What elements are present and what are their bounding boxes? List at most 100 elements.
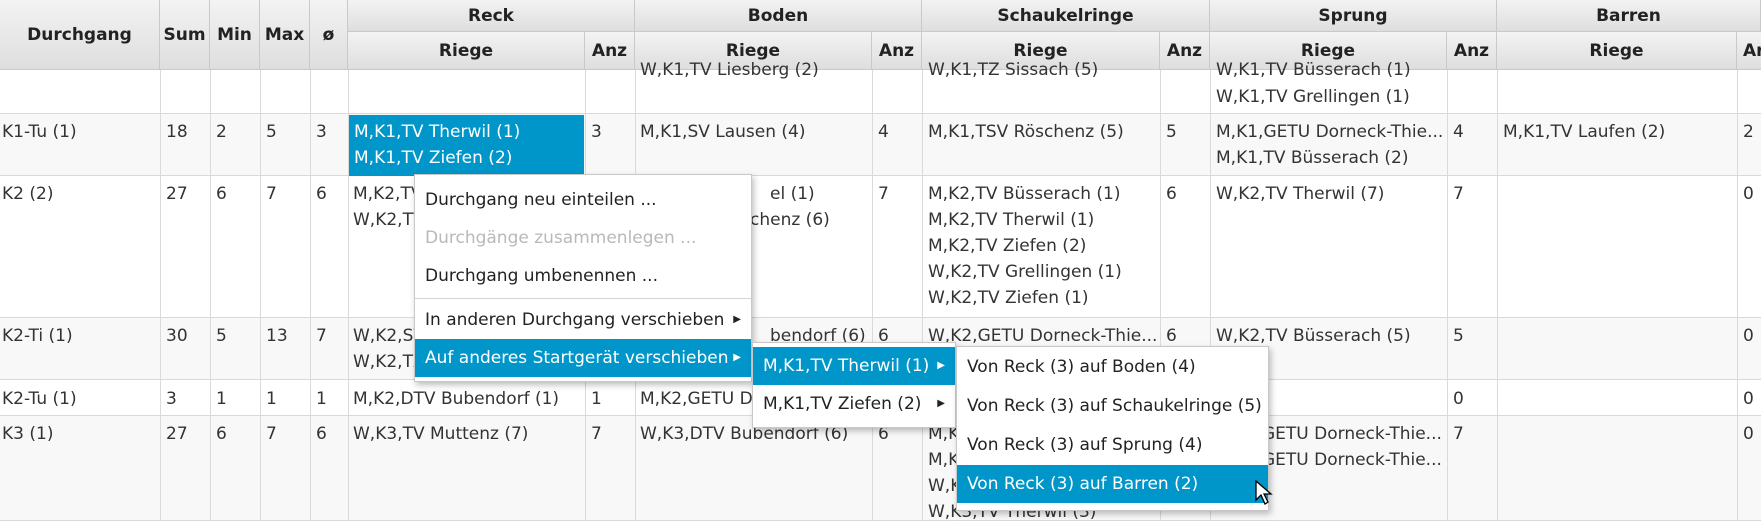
cell-min[interactable]: 5 [216,323,227,349]
cell-sprung-riege[interactable]: M,K1,TV Büsserach (2) [1216,145,1408,171]
cell-reck-riege: M,K1,TV Therwil (1) [354,122,521,142]
cell-sum[interactable]: 27 [166,421,188,447]
cell-avg[interactable]: 6 [316,181,327,207]
cell-ringe-anz[interactable]: 6 [1166,181,1177,207]
submenu-item-geraet[interactable]: Von Reck (3) auf Barren (2) [957,465,1268,503]
submenu-item-riege[interactable]: M,K1,TV Therwil (1) ▶ [753,347,955,385]
cell-boden-riege[interactable]: M,K1,SV Lausen (4) [640,119,806,145]
cell-avg[interactable]: 7 [316,323,327,349]
cell-sprung-riege[interactable]: W,K1,TV Grellingen (1) [1216,84,1410,110]
cell-barren-anz[interactable]: 0 [1743,421,1754,447]
menu-item-auf-anderes-startgeraet[interactable]: Auf anderes Startgerät verschieben ▶ [415,339,751,377]
menu-item-durchgaenge-zusammenlegen: Durchgänge zusammenlegen ... [425,228,697,248]
cell-reck-anz[interactable]: 7 [591,421,602,447]
cell-sprung-riege[interactable]: W,K1,TV Büsserach (1) [1216,57,1411,83]
col-header-barren-riege[interactable]: Riege [1497,32,1737,70]
cell-barren-anz[interactable]: 2 [1743,119,1754,145]
cell-sprung-anz[interactable]: 7 [1453,421,1464,447]
cell-max[interactable]: 7 [266,181,277,207]
cell-avg[interactable]: 1 [316,386,327,412]
cell-barren-riege[interactable]: M,K1,TV Laufen (2) [1503,119,1665,145]
col-header-boden-anz[interactable]: Anz [872,32,922,70]
cell-sprung-anz[interactable]: 5 [1453,323,1464,349]
cell-avg[interactable]: 6 [316,421,327,447]
cell-durchgang[interactable]: K2 (2) [2,181,53,207]
cell-barren-anz[interactable]: 0 [1743,386,1754,412]
menu-item-durchgang-umbenennen[interactable]: Durchgang umbenennen ... [415,257,751,295]
cell-ringe-riege[interactable]: M,K1,TSV Röschenz (5) [928,119,1124,145]
col-header-reck-riege[interactable]: Riege [348,32,585,70]
cell-sprung-anz[interactable]: 0 [1453,386,1464,412]
selected-cell-reck[interactable]: M,K1,TV Therwil (1) M,K1,TV Ziefen (2) [349,115,584,176]
cell-sprung-riege[interactable]: M,K1,GETU Dorneck-Thie... [1216,119,1443,145]
cell-ringe-riege[interactable]: M,K2,TV Therwil (1) [928,207,1094,233]
cell-ringe-anz[interactable]: 5 [1166,119,1177,145]
cell-sprung-riege[interactable]: GETU Dorneck-Thie... [1262,421,1442,447]
cell-ringe-riege[interactable]: M,K2,TV Ziefen (2) [928,233,1086,259]
cell-sum[interactable]: 30 [166,323,188,349]
cell-barren-anz[interactable]: 0 [1743,323,1754,349]
submenu-arrow-icon: ▶ [733,314,741,325]
cell-boden-riege[interactable]: chenz (6) [750,207,830,233]
col-header-sum[interactable]: Sum [160,0,210,70]
cell-sprung-anz[interactable]: 4 [1453,119,1464,145]
cell-reck-riege[interactable]: M,K2,DTV Bubendorf (1) [353,386,559,412]
cell-sum[interactable]: 3 [166,386,177,412]
submenu-arrow-icon: ▶ [937,398,945,409]
cell-ringe-riege[interactable]: W,K1,TZ Sissach (5) [928,57,1098,83]
cell-min[interactable]: 6 [216,181,227,207]
cell-boden-anz[interactable]: 4 [878,119,889,145]
cell-sum[interactable]: 27 [166,181,188,207]
submenu-item-geraet[interactable]: Von Reck (3) auf Sprung (4) [957,426,1268,464]
cell-max[interactable]: 7 [266,421,277,447]
menu-item-label: M,K1,TV Therwil (1) [763,356,930,376]
cell-min[interactable]: 6 [216,421,227,447]
cell-sprung-riege[interactable]: GETU Dorneck-Thie... [1262,447,1442,473]
col-header-sprung-anz[interactable]: Anz [1447,32,1497,70]
submenu-riegen: M,K1,TV Therwil (1) ▶ M,K1,TV Ziefen (2)… [752,342,956,428]
cell-sprung-riege[interactable]: W,K2,TV Therwil (7) [1216,181,1384,207]
menu-item-in-anderen-durchgang[interactable]: In anderen Durchgang verschieben ▶ [415,301,751,339]
col-header-avg[interactable]: ø [310,0,348,70]
cell-boden-anz[interactable]: 7 [878,181,889,207]
cell-ringe-riege[interactable]: W,K2,TV Grellingen (1) [928,259,1122,285]
mouse-cursor-icon [1255,480,1273,505]
col-header-reck-anz[interactable]: Anz [585,32,635,70]
col-header-barren-anz[interactable]: Ar [1737,32,1761,70]
submenu-item-geraet[interactable]: Von Reck (3) auf Boden (4) [957,348,1268,386]
cell-reck-riege[interactable]: W,K3,TV Muttenz (7) [353,421,528,447]
cell-boden-riege[interactable]: el (1) [770,181,815,207]
cell-max[interactable]: 5 [266,119,277,145]
cell-max[interactable]: 1 [266,386,277,412]
cell-ringe-riege[interactable]: M,K2,TV Büsserach (1) [928,181,1120,207]
cell-sum[interactable]: 18 [166,119,188,145]
menu-separator [415,298,751,299]
cell-max[interactable]: 13 [266,323,288,349]
cell-min[interactable]: 2 [216,119,227,145]
col-header-max[interactable]: Max [260,0,310,70]
submenu-item-riege[interactable]: M,K1,TV Ziefen (2) ▶ [753,385,955,423]
submenu-arrow-icon: ▶ [733,352,741,363]
col-group-reck: Reck [348,0,635,32]
cell-ringe-riege[interactable]: W,K2,TV Ziefen (1) [928,285,1089,311]
cell-durchgang[interactable]: K1-Tu (1) [2,119,77,145]
col-header-min[interactable]: Min [210,0,260,70]
cell-durchgang[interactable]: K3 (1) [2,421,53,447]
submenu-arrow-icon: ▶ [937,360,945,371]
menu-item-durchgang-neu-einteilen[interactable]: Durchgang neu einteilen ... [415,181,751,219]
cell-ringe-riege[interactable]: M,K [928,447,959,473]
cell-avg[interactable]: 3 [316,119,327,145]
cell-boden-riege[interactable]: W,K1,TV Liesberg (2) [640,57,819,83]
cell-min[interactable]: 1 [216,386,227,412]
col-header-durchgang[interactable]: Durchgang [0,0,160,70]
cell-reck-anz[interactable]: 1 [591,386,602,412]
cell-reck-anz[interactable]: 3 [591,119,602,145]
cell-reck-riege[interactable]: M,K2,TV [353,181,422,207]
cell-sprung-anz[interactable]: 7 [1453,181,1464,207]
submenu-item-geraet[interactable]: Von Reck (3) auf Schaukelringe (5) [957,387,1268,425]
col-header-ringe-anz[interactable]: Anz [1160,32,1210,70]
cell-durchgang[interactable]: K2-Tu (1) [2,386,77,412]
cell-boden-riege[interactable]: M,K2,GETU D [640,386,753,412]
cell-barren-anz[interactable]: 0 [1743,181,1754,207]
cell-durchgang[interactable]: K2-Ti (1) [2,323,73,349]
